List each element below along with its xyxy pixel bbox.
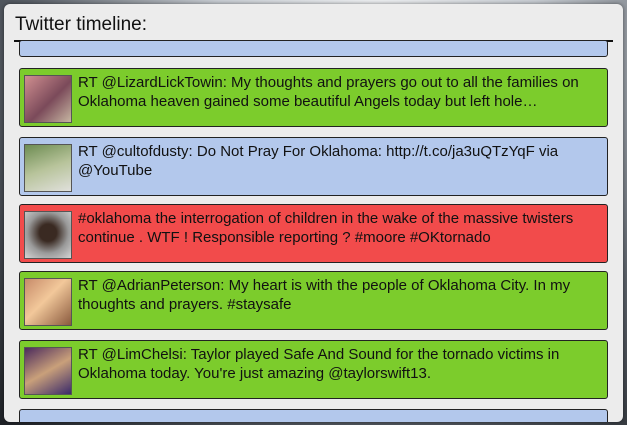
tweet-card[interactable]: RT @AdrianPeterson: My heart is with the… [19, 271, 608, 330]
tweet-text: #oklahoma the interrogation of children … [78, 210, 574, 246]
user-avatar[interactable] [24, 211, 72, 259]
tweet-card[interactable]: RT @LizardLickTowin: My thoughts and pra… [19, 68, 608, 127]
tweet-card[interactable] [19, 40, 608, 57]
tweet-card[interactable]: #oklahoma the interrogation of children … [19, 204, 608, 263]
user-avatar[interactable] [24, 144, 72, 192]
twitter-timeline-panel: Twitter timeline: RT @LizardLickTowin: M… [4, 4, 623, 422]
user-avatar[interactable] [24, 278, 72, 326]
tweet-text: RT @cultofdusty: Do Not Pray For Oklahom… [78, 143, 559, 179]
tweet-card[interactable]: RT @cultofdusty: Do Not Pray For Oklahom… [19, 137, 608, 196]
user-avatar[interactable] [24, 75, 72, 123]
tweet-text: RT @LizardLickTowin: My thoughts and pra… [78, 74, 579, 110]
tweet-card[interactable]: RT @LimChelsi: Taylor played Safe And So… [19, 340, 608, 399]
user-avatar[interactable] [24, 347, 72, 395]
panel-title: Twitter timeline: [15, 14, 147, 35]
tweet-text: RT @LimChelsi: Taylor played Safe And So… [78, 346, 560, 382]
tweet-card[interactable] [19, 409, 608, 422]
tweet-text: RT @AdrianPeterson: My heart is with the… [78, 277, 571, 313]
